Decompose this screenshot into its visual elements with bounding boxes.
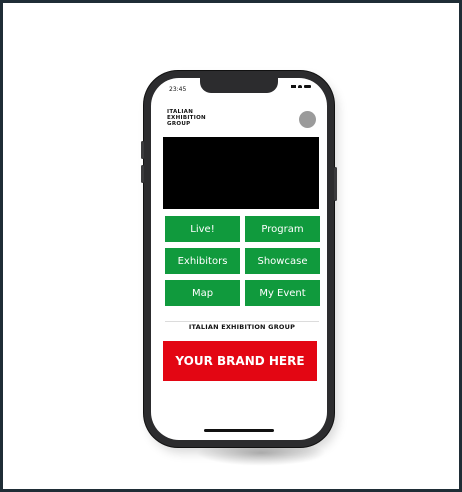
app-logo: ITALIAN EXHIBITION GROUP	[167, 109, 206, 127]
home-indicator	[204, 429, 274, 432]
phone-notch	[200, 78, 278, 93]
status-icons	[291, 85, 311, 88]
divider	[165, 321, 319, 322]
phone-mockup: 23:45 ITALIAN EXHIBITION GROUP Live! Pro…	[141, 71, 337, 447]
wifi-icon	[298, 85, 302, 88]
phone-side-button	[334, 167, 337, 201]
tile-live[interactable]: Live!	[165, 216, 240, 242]
status-time: 23:45	[169, 86, 187, 93]
sponsor-banner[interactable]: YOUR BRAND HERE	[163, 341, 317, 381]
tile-exhibitors[interactable]: Exhibitors	[165, 248, 240, 274]
tile-my-event[interactable]: My Event	[245, 280, 320, 306]
tile-program[interactable]: Program	[245, 216, 320, 242]
phone-volume-down-button	[141, 165, 144, 183]
menu-grid: Live! Program Exhibitors Showcase Map My…	[165, 216, 320, 306]
user-avatar[interactable]	[299, 111, 316, 128]
video-banner[interactable]	[163, 137, 319, 209]
tile-showcase[interactable]: Showcase	[245, 248, 320, 274]
logo-line: GROUP	[167, 121, 191, 127]
signal-icon	[291, 85, 296, 88]
phone-screen: 23:45 ITALIAN EXHIBITION GROUP Live! Pro…	[151, 78, 327, 440]
phone-volume-up-button	[141, 141, 144, 159]
battery-icon	[304, 85, 311, 88]
tile-map[interactable]: Map	[165, 280, 240, 306]
organizer-brand-text: ITALIAN EXHIBITION GROUP	[188, 323, 296, 331]
